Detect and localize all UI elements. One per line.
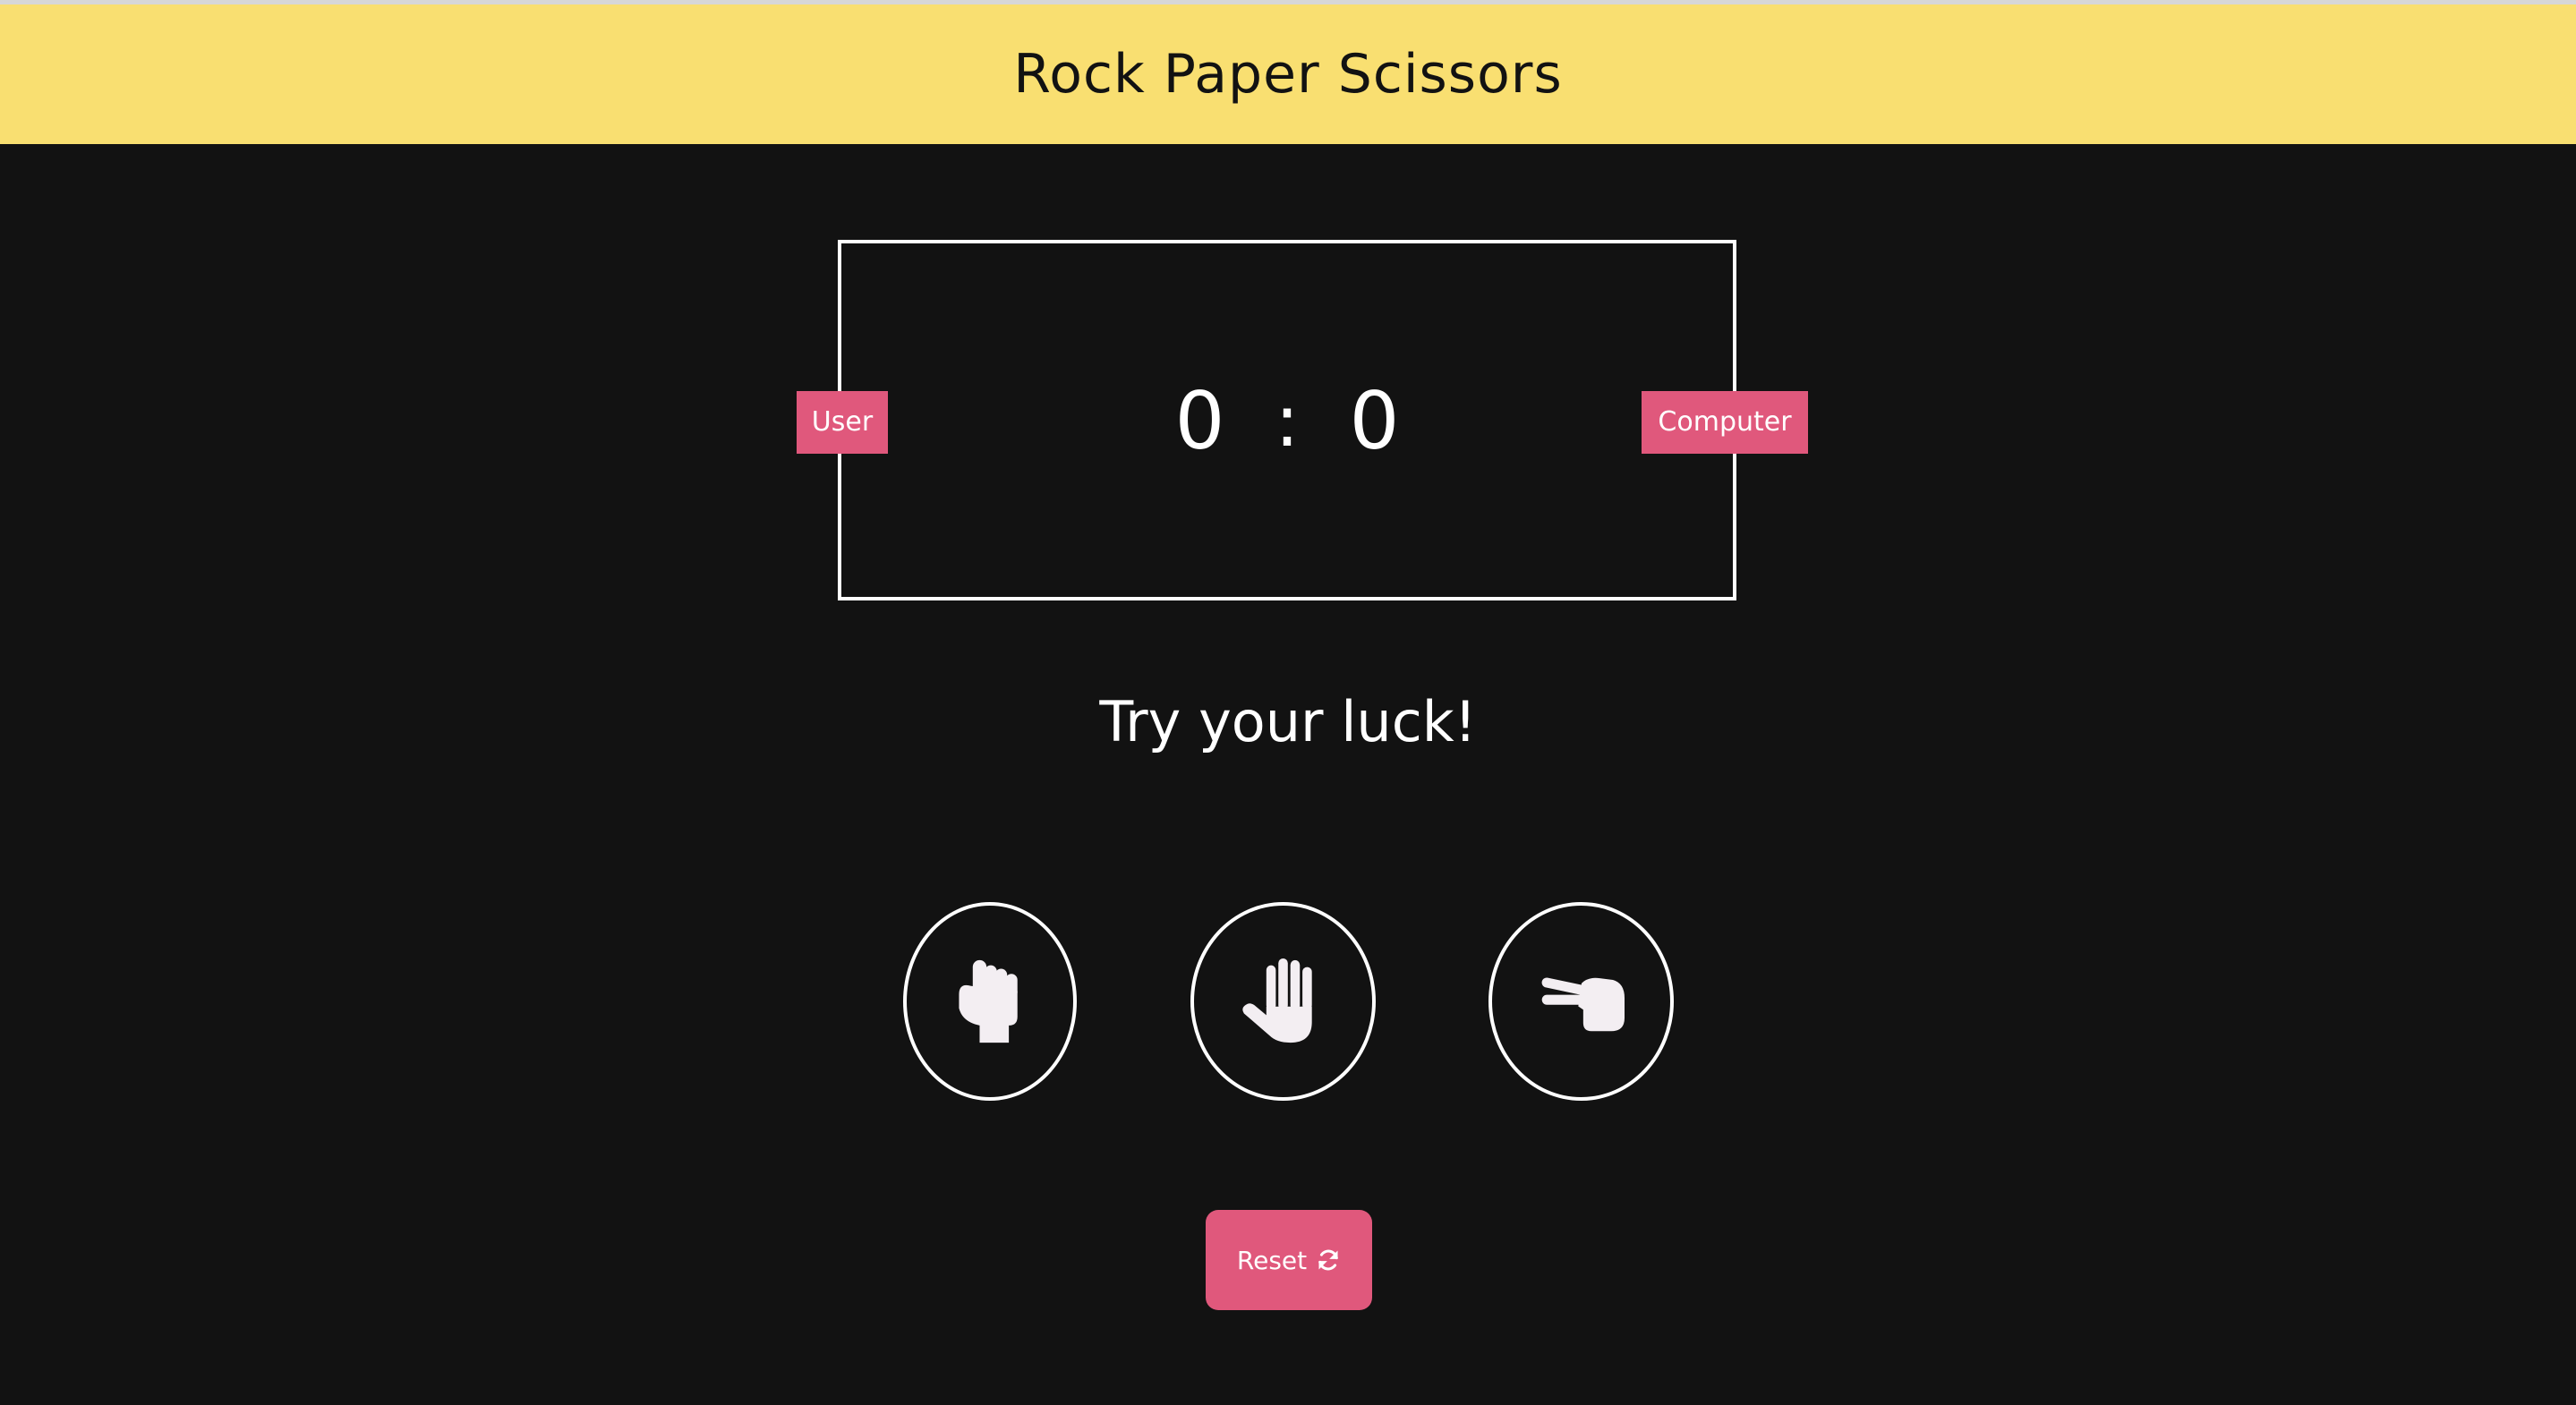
hand-paper-icon	[1241, 958, 1312, 1043]
hand-rock-icon	[959, 959, 1018, 1043]
score-separator: :	[1275, 379, 1300, 463]
scissors-button[interactable]	[1488, 902, 1674, 1101]
result-message: Try your luck!	[1099, 689, 1477, 754]
refresh-icon	[1318, 1249, 1338, 1271]
header-bar: Rock Paper Scissors	[0, 4, 2576, 144]
reset-button[interactable]: Reset	[1206, 1210, 1372, 1310]
page-title: Rock Paper Scissors	[1013, 43, 1563, 106]
hand-scissors-icon	[1541, 977, 1625, 1032]
computer-score: 0	[1349, 374, 1400, 467]
user-score: 0	[1174, 374, 1225, 467]
paper-button[interactable]	[1190, 902, 1376, 1101]
score-display: 0 : 0	[838, 367, 1736, 474]
rock-button[interactable]	[903, 902, 1077, 1101]
reset-label: Reset	[1236, 1245, 1308, 1275]
